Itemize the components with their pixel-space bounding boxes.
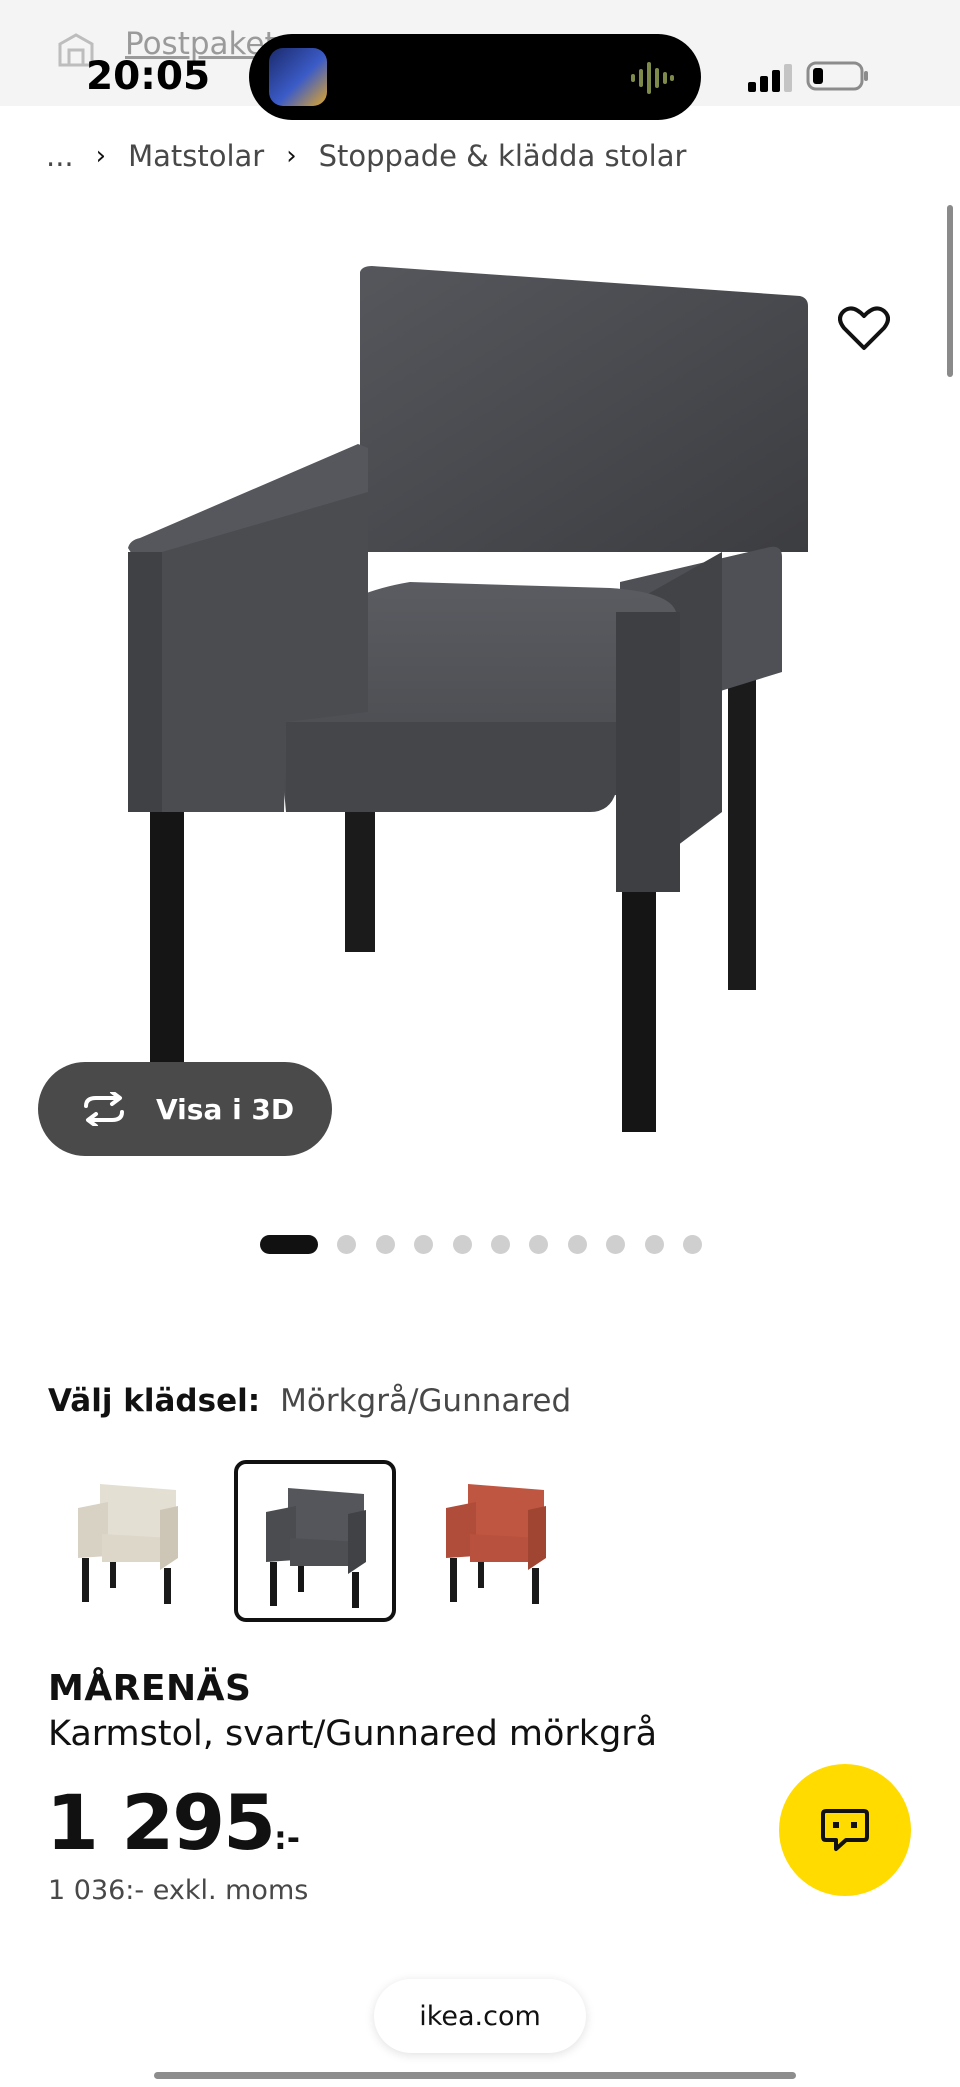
gallery-dot[interactable] (375, 1234, 395, 1254)
battery-icon (806, 61, 868, 91)
price-amount: 1 295 (46, 1778, 276, 1867)
chair-thumbnail (78, 1484, 178, 1604)
now-playing-app-icon (269, 48, 327, 106)
gallery-dot[interactable] (682, 1234, 702, 1254)
clock: 20:05 (86, 54, 211, 99)
home-indicator[interactable] (154, 2072, 796, 2079)
breadcrumb-item-stoppade[interactable]: Stoppade & klädda stolar (319, 139, 687, 173)
chair-thumbnail (446, 1484, 546, 1604)
chevron-right-icon: › (95, 141, 107, 171)
gallery-dot[interactable] (644, 1234, 664, 1254)
upholstery-option-red[interactable] (418, 1460, 580, 1622)
upholstery-option-dark-grey[interactable] (234, 1460, 396, 1622)
audio-waveform-icon (631, 62, 674, 94)
url-text: ikea.com (419, 2000, 541, 2032)
product-image[interactable] (110, 252, 850, 1192)
breadcrumb-ellipsis[interactable]: ... (46, 139, 74, 173)
chevron-right-icon: › (286, 141, 297, 171)
heart-icon[interactable] (838, 306, 890, 352)
dynamic-island[interactable] (249, 34, 701, 120)
gallery-dot[interactable] (529, 1234, 549, 1254)
product-price: 1 295 :- (46, 1778, 300, 1867)
upholstery-option-beige[interactable] (50, 1460, 212, 1622)
price-suffix: :- (273, 1819, 301, 1857)
status-bar: Postpaket 20:05 (0, 0, 960, 120)
gallery-dot[interactable] (567, 1234, 587, 1254)
rotate-3d-icon (84, 1092, 124, 1126)
gallery-pagination (260, 1234, 721, 1254)
product-name: MÅRENÄS (48, 1668, 252, 1709)
browser-url-bar[interactable]: ikea.com (374, 1979, 586, 2053)
chat-icon (821, 1809, 869, 1851)
view-in-3d-label: Visa i 3D (156, 1092, 295, 1126)
price-excluding-vat: 1 036:- exkl. moms (48, 1875, 309, 1906)
upholstery-selector-label: Välj klädsel: Mörkgrå/Gunnared (48, 1383, 571, 1419)
breadcrumb-item-matstolar[interactable]: Matstolar (128, 139, 264, 173)
product-description: Karmstol, svart/Gunnared mörkgrå (48, 1714, 658, 1754)
breadcrumb: ... › Matstolar › Stoppade & klädda stol… (46, 136, 686, 176)
scrollbar[interactable] (947, 205, 953, 377)
upholstery-selected-value: Mörkgrå/Gunnared (280, 1383, 572, 1419)
chair-thumbnail (266, 1488, 366, 1608)
view-in-3d-button[interactable]: Visa i 3D (38, 1062, 332, 1156)
gallery-dot[interactable] (337, 1234, 357, 1254)
gallery-dot[interactable] (260, 1234, 318, 1254)
gallery-dot[interactable] (452, 1234, 472, 1254)
cellular-signal-icon (748, 64, 792, 92)
chat-button[interactable] (779, 1764, 911, 1896)
gallery-dot[interactable] (414, 1234, 434, 1254)
gallery-dot[interactable] (606, 1234, 626, 1254)
gallery-dot[interactable] (490, 1234, 510, 1254)
upholstery-label: Välj klädsel: (48, 1383, 261, 1419)
